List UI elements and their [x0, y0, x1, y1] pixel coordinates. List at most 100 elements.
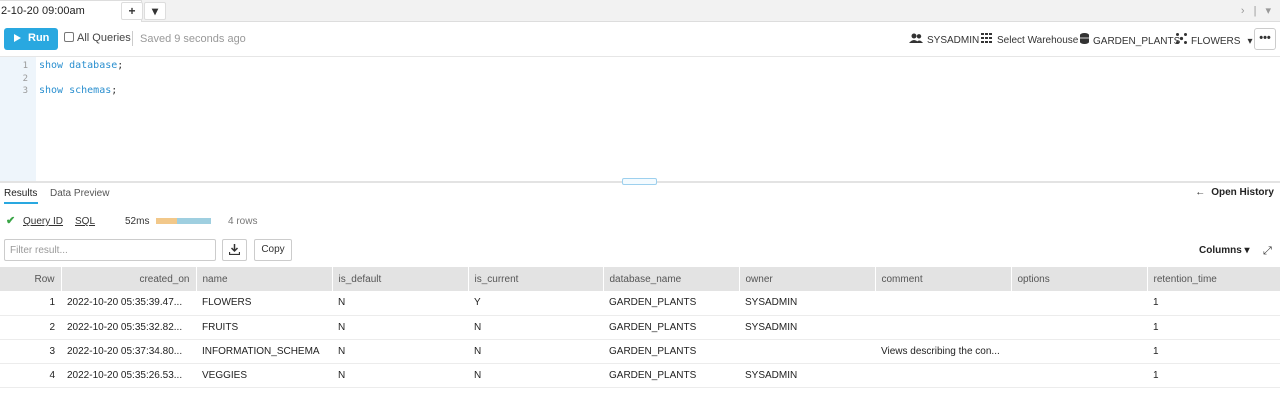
schema-label: FLOWERS	[1191, 36, 1241, 47]
table-cell: 1	[1147, 339, 1280, 364]
column-header-row[interactable]: Row	[0, 267, 62, 291]
table-row[interactable]: 4 2022-10-20 05:35:26.53... VEGGIES N N …	[0, 363, 1280, 388]
code-terminator: ;	[117, 60, 124, 71]
table-cell: 2	[0, 315, 61, 340]
expand-icon[interactable]: ⤢	[1263, 245, 1272, 258]
role-label: SYSADMIN	[927, 35, 980, 46]
schema-selector[interactable]: FLOWERS ▾	[1176, 33, 1252, 47]
more-options-button[interactable]: •••	[1254, 28, 1276, 50]
open-history-label: Open History	[1211, 187, 1274, 198]
users-icon	[909, 33, 923, 43]
table-cell: N	[332, 339, 468, 364]
open-history-button[interactable]: ← Open History	[1195, 187, 1274, 198]
all-queries-checkbox[interactable]: All Queries	[64, 32, 131, 44]
play-icon	[14, 34, 21, 42]
table-cell: N	[332, 315, 468, 340]
sql-link[interactable]: SQL	[75, 216, 95, 227]
all-queries-label: All Queries	[77, 32, 131, 44]
table-cell: 2022-10-20 05:35:32.82...	[61, 315, 196, 340]
add-worksheet-icon: +	[128, 4, 136, 18]
tab-scroll-controls[interactable]: › | ▾	[1241, 4, 1274, 17]
columns-menu-button[interactable]: Columns ▾	[1199, 245, 1250, 256]
table-cell: 4	[0, 363, 61, 388]
table-cell: Views describing the con...	[875, 339, 1011, 364]
column-header-options[interactable]: options	[1011, 267, 1148, 291]
tab-data-preview[interactable]: Data Preview	[50, 188, 109, 199]
line-number: 3	[22, 86, 28, 96]
table-cell: N	[468, 339, 603, 364]
code-text: show schemas	[39, 85, 112, 96]
column-header-database-name[interactable]: database_name	[603, 267, 740, 291]
success-check-icon: ✔	[6, 215, 16, 227]
worksheet-menu-button[interactable]: ▾	[144, 2, 166, 20]
database-selector[interactable]: GARDEN_PLANTS	[1080, 33, 1180, 47]
line-number-gutter: 1 2 3	[0, 57, 36, 181]
table-row[interactable]: 2 2022-10-20 05:35:32.82... FRUITS N N G…	[0, 315, 1280, 340]
download-button[interactable]	[222, 239, 247, 261]
table-cell	[1011, 315, 1147, 340]
worksheet-tab-title: 2-10-20 09:00am	[1, 5, 85, 17]
table-cell	[875, 315, 1011, 340]
table-cell	[1011, 363, 1147, 388]
chevron-down-icon: ▾	[151, 4, 159, 18]
column-header-name[interactable]: name	[196, 267, 333, 291]
table-cell	[875, 291, 1011, 316]
table-cell	[1011, 339, 1147, 364]
table-cell	[1011, 291, 1147, 316]
table-cell: FLOWERS	[196, 291, 332, 316]
chevron-down-icon: ▾	[1247, 36, 1253, 47]
run-button[interactable]: Run	[4, 28, 58, 50]
table-row[interactable]: 1 2022-10-20 05:35:39.47... FLOWERS N Y …	[0, 291, 1280, 316]
table-cell	[739, 339, 875, 364]
copy-button[interactable]: Copy	[254, 239, 292, 261]
table-cell: SYSADMIN	[739, 363, 875, 388]
query-id-link[interactable]: Query ID	[23, 216, 63, 227]
code-text: show database	[39, 60, 118, 71]
warehouse-label: Select Warehouse	[997, 35, 1079, 46]
table-cell: SYSADMIN	[739, 315, 875, 340]
table-cell: GARDEN_PLANTS	[603, 339, 739, 364]
database-label: GARDEN_PLANTS	[1093, 36, 1181, 47]
table-cell: SYSADMIN	[739, 291, 875, 316]
worksheet-toolbar: Run All Queries Saved 9 seconds ago SYSA…	[0, 22, 1280, 57]
column-header-comment[interactable]: comment	[875, 267, 1012, 291]
line-number: 1	[22, 61, 28, 71]
warehouse-grid-icon	[981, 33, 992, 43]
column-header-retention-time[interactable]: retention_time	[1147, 267, 1280, 291]
table-cell: GARDEN_PLANTS	[603, 291, 739, 316]
query-duration: 52ms	[125, 216, 150, 227]
table-cell: 3	[0, 339, 61, 364]
code-line[interactable]: show database;	[39, 60, 123, 71]
table-cell: N	[332, 363, 468, 388]
column-header-is-default[interactable]: is_default	[332, 267, 469, 291]
duration-bar-execute	[177, 218, 211, 224]
saved-status: Saved 9 seconds ago	[140, 33, 246, 45]
filter-result-input[interactable]	[4, 239, 216, 261]
warehouse-selector[interactable]: Select Warehouse	[981, 33, 1078, 46]
row-count: 4 rows	[228, 216, 258, 227]
role-selector[interactable]: SYSADMIN	[909, 33, 979, 46]
table-cell: 1	[0, 291, 61, 316]
duration-bar-compile	[156, 218, 177, 224]
table-cell	[875, 363, 1011, 388]
column-header-is-current[interactable]: is_current	[468, 267, 604, 291]
table-row[interactable]: 3 2022-10-20 05:37:34.80... INFORMATION_…	[0, 339, 1280, 364]
table-cell: N	[332, 291, 468, 316]
table-cell: INFORMATION_SCHEMA	[196, 339, 332, 364]
add-worksheet-button[interactable]: +	[121, 2, 143, 20]
table-cell: Y	[468, 291, 603, 316]
table-header-row: Row created_on name is_default is_curren…	[0, 267, 1280, 291]
table-cell: N	[468, 315, 603, 340]
active-tab-indicator	[4, 202, 38, 204]
table-cell: 1	[1147, 315, 1280, 340]
code-line[interactable]: show schemas;	[39, 85, 117, 96]
table-cell: VEGGIES	[196, 363, 332, 388]
tab-results[interactable]: Results	[4, 188, 37, 199]
table-cell: GARDEN_PLANTS	[603, 363, 739, 388]
column-header-created-on[interactable]: created_on	[61, 267, 197, 291]
resize-handle[interactable]	[622, 178, 657, 185]
sql-editor[interactable]: 1 2 3 show database; show schemas;	[0, 57, 1280, 181]
table-cell: GARDEN_PLANTS	[603, 315, 739, 340]
column-header-owner[interactable]: owner	[739, 267, 876, 291]
results-table: Row created_on name is_default is_curren…	[0, 267, 1280, 388]
